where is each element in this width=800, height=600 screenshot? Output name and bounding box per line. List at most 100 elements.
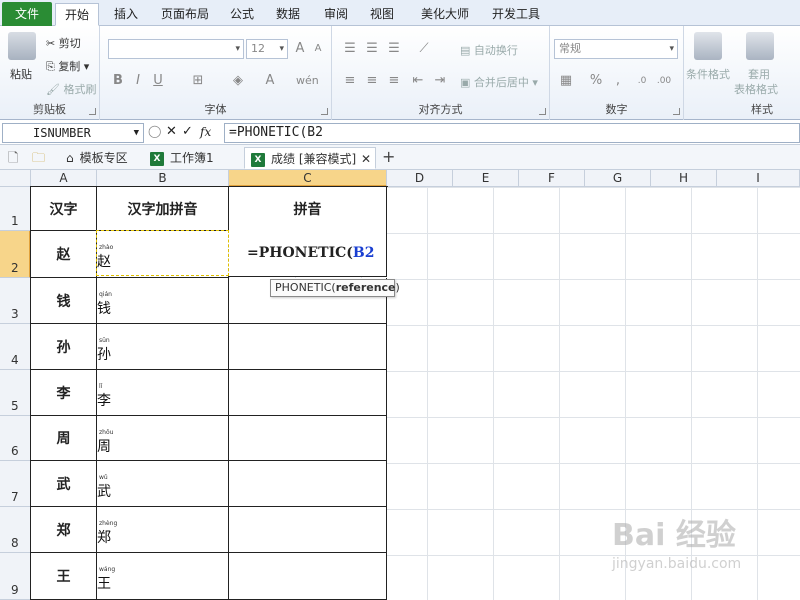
cell-a6[interactable]: 周 [31, 416, 97, 461]
clipboard-launcher-icon[interactable] [89, 108, 96, 115]
alignment-launcher-icon[interactable] [539, 108, 546, 115]
decrease-decimal-button[interactable]: .00 [654, 71, 674, 91]
cell-b6[interactable]: zhōu 周 [97, 416, 229, 461]
cell-b4[interactable]: sūn 孙 [97, 324, 229, 370]
cell-a4[interactable]: 孙 [31, 324, 97, 370]
row-header-8[interactable]: 8 [0, 507, 31, 553]
row-header-5[interactable]: 5 [0, 370, 31, 416]
shrink-font-button[interactable]: A [308, 39, 328, 59]
grow-font-button[interactable]: A [290, 39, 310, 59]
paste-button[interactable]: 粘贴 [10, 66, 32, 82]
formula-input[interactable]: =PHONETIC(B2 [224, 123, 800, 143]
tab-review[interactable]: 审阅 [318, 3, 354, 26]
cell-c5[interactable] [229, 370, 387, 416]
cell-b5[interactable]: lǐ 李 [97, 370, 229, 416]
cell-a8[interactable]: 郑 [31, 507, 97, 553]
tab-developer[interactable]: 开发工具 [483, 3, 549, 26]
align-left-button[interactable]: ≡ [340, 71, 360, 91]
cell-c7[interactable] [229, 461, 387, 507]
row-header-9[interactable]: 9 [0, 553, 31, 600]
phonetic-button[interactable]: wén [296, 71, 319, 91]
number-launcher-icon[interactable] [673, 108, 680, 115]
column-header-c[interactable]: C [229, 170, 387, 187]
column-header-f[interactable]: F [519, 170, 585, 187]
cell-a7[interactable]: 武 [31, 461, 97, 507]
font-size-combo[interactable]: 12 ▾ [246, 39, 288, 59]
tab-insert[interactable]: 插入 [104, 3, 148, 26]
cell-b9[interactable]: wáng 王 [97, 553, 229, 600]
border-button[interactable]: ⊞ [188, 71, 208, 91]
add-tab-icon[interactable]: + [382, 147, 395, 166]
table-format-button-line1[interactable]: 套用 [748, 66, 770, 82]
new-file-icon[interactable]: 🗋 [8, 149, 18, 171]
row-header-2[interactable]: 2 [0, 231, 31, 278]
conditional-format-button[interactable]: 条件格式 [686, 66, 730, 82]
cell-b8[interactable]: zhèng 郑 [97, 507, 229, 553]
tab-view[interactable]: 视图 [364, 3, 400, 26]
expand-icon[interactable]: ◯ [148, 124, 161, 138]
underline-button[interactable]: U [148, 71, 168, 91]
cell-a9[interactable]: 王 [31, 553, 97, 600]
cell-c8[interactable] [229, 507, 387, 553]
column-header-e[interactable]: E [453, 170, 519, 187]
italic-button[interactable]: I [128, 71, 148, 91]
cell-a3[interactable]: 钱 [31, 278, 97, 324]
cancel-icon[interactable]: ✕ [166, 124, 177, 139]
tab-beautify[interactable]: 美化大师 [413, 3, 477, 26]
copy-button[interactable]: ⎘ 复制 ▾ [46, 58, 89, 74]
close-icon[interactable]: ✕ [361, 148, 371, 170]
cell-c1[interactable]: 拼音 [229, 187, 387, 231]
cell-c9[interactable] [229, 553, 387, 600]
align-right-button[interactable]: ≡ [384, 71, 404, 91]
font-color-button[interactable]: A [260, 71, 280, 91]
align-center-button[interactable]: ≡ [362, 71, 382, 91]
increase-indent-button[interactable]: ⇥ [430, 71, 450, 91]
cell-b7[interactable]: wǔ 武 [97, 461, 229, 507]
row-header-1[interactable]: 1 [0, 187, 31, 231]
wrap-text-button[interactable]: ▤ 自动换行 [460, 42, 518, 58]
cell-b1[interactable]: 汉字加拼音 [97, 187, 229, 231]
tab-home[interactable]: 开始 [55, 3, 99, 26]
row-header-3[interactable]: 3 [0, 278, 31, 324]
column-header-g[interactable]: G [585, 170, 651, 187]
enter-icon[interactable]: ✓ [182, 124, 193, 139]
column-header-a[interactable]: A [31, 170, 97, 187]
cell-a1[interactable]: 汉字 [31, 187, 97, 231]
column-header-b[interactable]: B [97, 170, 229, 187]
tab-current-workbook[interactable]: X 成绩 [兼容模式] ✕ [244, 147, 376, 169]
number-format-combo[interactable]: 常规 ▾ [554, 39, 678, 59]
decrease-indent-button[interactable]: ⇤ [408, 71, 428, 91]
align-top-button[interactable]: ☰ [340, 39, 360, 59]
cell-b3[interactable]: qián 钱 [97, 278, 229, 324]
tab-template-zone[interactable]: ⌂ 模板专区 [58, 147, 138, 169]
orientation-button[interactable]: ⟋ [414, 39, 434, 59]
cell-a2[interactable]: 赵 [31, 231, 97, 278]
column-header-d[interactable]: D [387, 170, 453, 187]
folder-icon[interactable]: 🗀 [32, 149, 45, 171]
paste-icon[interactable] [8, 32, 36, 60]
cut-button[interactable]: ✂ 剪切 [46, 35, 81, 51]
tooltip-argument[interactable]: reference [336, 281, 396, 294]
tab-data[interactable]: 数据 [270, 3, 306, 26]
column-header-h[interactable]: H [651, 170, 717, 187]
row-header-4[interactable]: 4 [0, 324, 31, 370]
align-middle-button[interactable]: ☰ [362, 39, 382, 59]
align-bottom-button[interactable]: ☰ [384, 39, 404, 59]
table-format-icon[interactable] [746, 32, 774, 60]
table-format-button-line2[interactable]: 表格格式 [734, 81, 778, 97]
column-header-i[interactable]: I [717, 170, 800, 187]
merge-center-button[interactable]: ▣ 合并后居中 ▾ [460, 74, 538, 90]
tab-formulas[interactable]: 公式 [224, 3, 260, 26]
tab-workbook1[interactable]: X 工作簿1 [144, 147, 240, 169]
cell-c6[interactable] [229, 416, 387, 461]
insert-function-icon[interactable]: fx [200, 125, 211, 139]
row-header-7[interactable]: 7 [0, 461, 31, 507]
currency-button[interactable]: ▦ [556, 71, 576, 91]
format-painter-button[interactable]: 🖌 格式刷 [46, 81, 96, 97]
cell-c4[interactable] [229, 324, 387, 370]
comma-button[interactable]: , [608, 71, 628, 91]
cell-c2-editing[interactable]: =PHONETIC(B2 [228, 230, 387, 277]
increase-decimal-button[interactable]: .0 [632, 71, 652, 91]
font-launcher-icon[interactable] [321, 108, 328, 115]
row-header-6[interactable]: 6 [0, 416, 31, 461]
